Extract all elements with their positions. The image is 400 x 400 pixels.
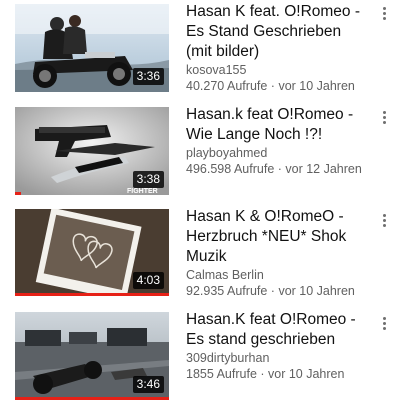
video-thumbnail[interactable]: 4:03	[15, 209, 169, 296]
video-result-item[interactable]: 3:46 Hasan.K feat O!Romeo - Es stand ges…	[0, 307, 400, 400]
upload-age: vor 10 Jahren	[268, 367, 345, 381]
meta-separator: ·	[274, 162, 286, 176]
meta-separator: ·	[267, 79, 279, 93]
video-meta: 40.270 Aufrufe · vor 10 Jahren	[186, 78, 370, 94]
meta-separator: ·	[267, 284, 279, 298]
view-count: 1855 Aufrufe	[186, 367, 257, 381]
view-count: 92.935 Aufrufe	[186, 284, 268, 298]
view-count: 496.598 Aufrufe	[186, 162, 275, 176]
video-meta: 496.598 Aufrufe · vor 12 Jahren	[186, 161, 370, 177]
video-title[interactable]: Hasan.k feat O!Romeo - Wie Lange Noch !?…	[186, 105, 370, 145]
video-thumbnail[interactable]: 3:36	[15, 4, 169, 92]
channel-name: kosova155	[186, 63, 247, 77]
video-title[interactable]: Hasan.K feat O!Romeo - Es stand geschrie…	[186, 310, 370, 350]
watch-progress-bar	[15, 192, 22, 195]
upload-age: vor 10 Jahren	[278, 284, 355, 298]
channel-name: playboyahmed	[186, 146, 268, 160]
duration-badge: 3:38	[132, 171, 164, 188]
video-meta: 92.935 Aufrufe · vor 10 Jahren	[186, 283, 370, 299]
video-thumbnail[interactable]: FIGHTER 3:38	[15, 107, 169, 195]
thumbnail-watermark: FIGHTER	[127, 188, 158, 195]
video-title[interactable]: Hasan K & O!RomeO - Herzbruch *NEU* Shok…	[186, 207, 370, 267]
video-results-list: 3:36 Hasan K feat. O!Romeo - Es Stand Ge…	[0, 0, 400, 400]
video-thumbnail[interactable]: 3:46	[15, 312, 169, 400]
video-info[interactable]: Hasan K & O!RomeO - Herzbruch *NEU* Shok…	[186, 207, 370, 299]
more-vert-icon[interactable]	[378, 3, 390, 23]
duration-badge: 4:03	[132, 272, 164, 289]
duration-badge: 3:46	[132, 376, 164, 393]
video-result-item[interactable]: FIGHTER 3:38 Hasan.k feat O!Romeo - Wie …	[0, 101, 400, 201]
video-result-item[interactable]: 4:03 Hasan K & O!RomeO - Herzbruch *NEU*…	[0, 204, 400, 304]
view-count: 40.270 Aufrufe	[186, 79, 268, 93]
upload-age: vor 12 Jahren	[285, 162, 362, 176]
channel-name: Calmas Berlin	[186, 268, 264, 282]
watch-progress-bar	[15, 293, 169, 296]
duration-badge: 3:36	[132, 68, 164, 85]
more-vert-icon[interactable]	[378, 107, 390, 127]
more-vert-icon[interactable]	[378, 210, 390, 230]
video-info[interactable]: Hasan K feat. O!Romeo - Es Stand Geschri…	[186, 2, 370, 94]
video-info[interactable]: Hasan.k feat O!Romeo - Wie Lange Noch !?…	[186, 105, 370, 177]
upload-age: vor 10 Jahren	[278, 79, 355, 93]
video-title[interactable]: Hasan K feat. O!Romeo - Es Stand Geschri…	[186, 2, 370, 62]
video-info[interactable]: Hasan.K feat O!Romeo - Es stand geschrie…	[186, 310, 370, 382]
meta-separator: ·	[256, 367, 269, 381]
channel-name: 309dirtyburhan	[186, 351, 270, 365]
video-meta: 1855 Aufrufe · vor 10 Jahren	[186, 366, 370, 382]
more-vert-icon[interactable]	[378, 313, 390, 333]
video-result-item[interactable]: 3:36 Hasan K feat. O!Romeo - Es Stand Ge…	[0, 0, 400, 100]
